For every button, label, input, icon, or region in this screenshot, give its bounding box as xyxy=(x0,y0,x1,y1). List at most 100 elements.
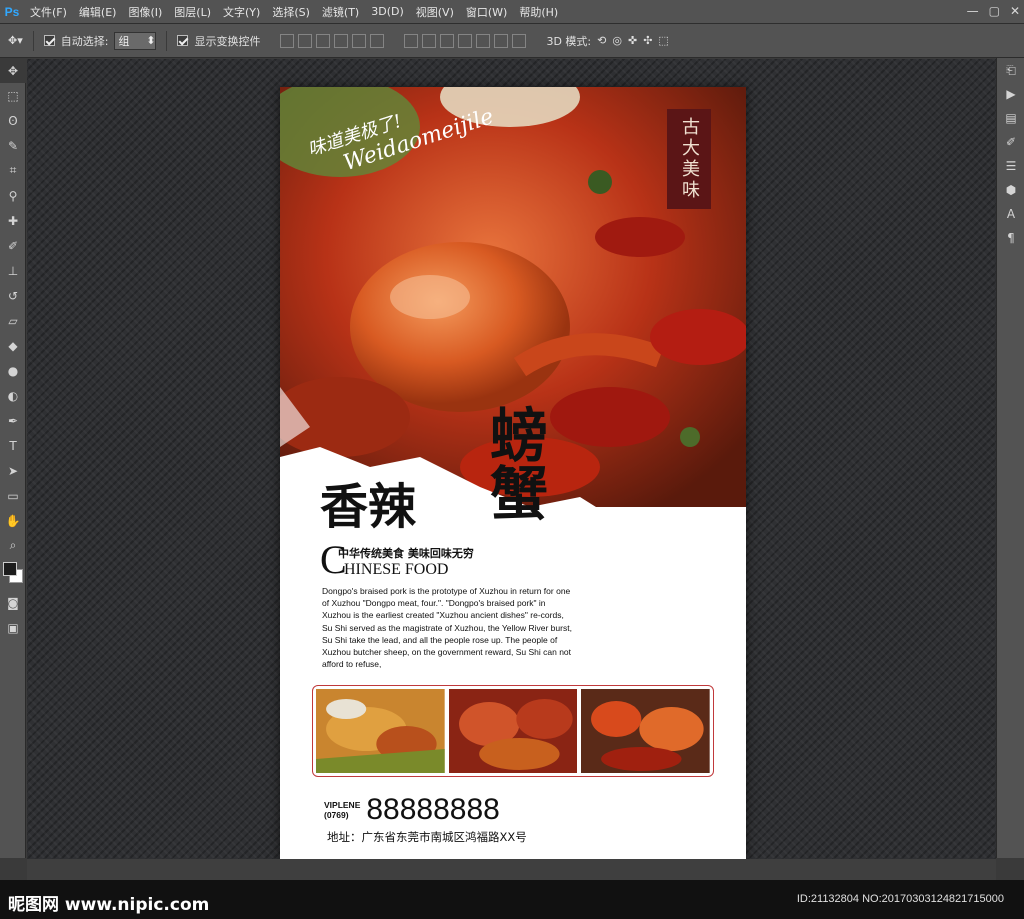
poster-document[interactable]: 味道美极了! Weidaomeijile 古大美味 香辣 螃蟹 C 中华传统美食… xyxy=(280,87,746,864)
chevron-down-icon: ⬍ xyxy=(146,34,156,47)
maximize-icon[interactable]: ▢ xyxy=(989,4,1000,18)
distribute-vcenter-icon[interactable] xyxy=(422,33,437,48)
info-panel-icon[interactable]: ▤ xyxy=(997,106,1024,130)
eyedropper-tool-icon[interactable]: ⚲ xyxy=(0,183,26,208)
app-logo: Ps xyxy=(4,4,20,19)
menu-file[interactable]: 文件(F) xyxy=(24,4,73,20)
distribute-top-icon[interactable] xyxy=(404,33,419,48)
actions-panel-icon[interactable]: ▶ xyxy=(997,82,1024,106)
lasso-tool-icon[interactable]: ʘ xyxy=(0,108,26,133)
distribute-right-icon[interactable] xyxy=(494,33,509,48)
quick-select-tool-icon[interactable]: ✎ xyxy=(0,133,26,158)
phone-block: VIPLENE (0769) 88888888 xyxy=(324,793,500,827)
dish-thumbnail xyxy=(581,689,711,773)
dodge-tool-icon[interactable]: ◐ xyxy=(0,383,26,408)
canvas-workspace[interactable]: 味道美极了! Weidaomeijile 古大美味 香辣 螃蟹 C 中华传统美食… xyxy=(27,59,996,864)
brush-panel-icon[interactable]: ✐ xyxy=(997,130,1024,154)
align-buttons xyxy=(280,33,385,48)
align-vcenter-icon[interactable] xyxy=(298,33,313,48)
collapsed-panels: ⎗ ▶ ▤ ✐ ☰ ⬢ A ¶ xyxy=(996,58,1024,858)
menu-filter[interactable]: 滤镜(T) xyxy=(316,4,365,20)
title-xiangla: 香辣 xyxy=(320,479,417,535)
phone-label-brand: VIPLENE xyxy=(324,800,361,810)
align-left-icon[interactable] xyxy=(334,33,349,48)
distribute-hcenter-icon[interactable] xyxy=(476,33,491,48)
tools-panel: ✥ ⬚ ʘ ✎ ⌗ ⚲ ✚ ✐ ⊥ ↺ ▱ ◆ ● ◐ ✒ T ➤ ▭ ✋ ⌕ … xyxy=(0,58,26,858)
3d-slide-icon[interactable]: ✣ xyxy=(643,34,652,47)
move-tool-icon[interactable]: ✥ xyxy=(0,58,26,83)
move-tool-preset-icon[interactable]: ✥▾ xyxy=(8,34,23,47)
menu-window[interactable]: 窗口(W) xyxy=(460,4,513,20)
path-select-tool-icon[interactable]: ➤ xyxy=(0,458,26,483)
align-right-icon[interactable] xyxy=(370,33,385,48)
healing-tool-icon[interactable]: ✚ xyxy=(0,208,26,233)
menu-3d[interactable]: 3D(D) xyxy=(365,5,410,18)
foreground-color-swatch[interactable] xyxy=(3,562,17,576)
paragraph-panel-icon[interactable]: ¶ xyxy=(997,226,1024,250)
quick-mask-icon[interactable]: ◙ xyxy=(0,590,26,615)
blur-tool-icon[interactable]: ● xyxy=(0,358,26,383)
3d-rotate-icon[interactable]: ⟲ xyxy=(597,34,606,47)
align-bottom-icon[interactable] xyxy=(316,33,331,48)
phone-label-area-code: (0769) xyxy=(324,810,349,820)
phone-number: 88888888 xyxy=(366,793,500,826)
watermark-id: ID:21132804 NO:20170303124821715000 xyxy=(796,893,1004,905)
shape-tool-icon[interactable]: ▭ xyxy=(0,483,26,508)
address-line: 地址：广东省东莞市南城区鸿福路XX号 xyxy=(327,830,527,844)
divider xyxy=(32,30,34,51)
stamp-tool-icon[interactable]: ⊥ xyxy=(0,258,26,283)
menu-help[interactable]: 帮助(H) xyxy=(513,4,564,20)
seal-stamp: 古大美味 xyxy=(667,109,711,209)
3d-mode-label: 3D 模式: xyxy=(546,34,592,48)
en-tagline: HINESE FOOD xyxy=(344,561,449,578)
type-tool-icon[interactable]: T xyxy=(0,433,26,458)
cn-tagline: 中华传统美食 美味回味无穷 xyxy=(338,547,474,560)
brush-tool-icon[interactable]: ✐ xyxy=(0,233,26,258)
auto-select-checkbox[interactable] xyxy=(43,35,55,46)
menu-image[interactable]: 图像(I) xyxy=(122,4,168,20)
menu-bar: Ps 文件(F) 编辑(E) 图像(I) 图层(L) 文字(Y) 选择(S) 滤… xyxy=(0,0,1024,24)
distribute-left-icon[interactable] xyxy=(458,33,473,48)
eraser-tool-icon[interactable]: ▱ xyxy=(0,308,26,333)
options-bar: ✥▾ 自动选择: 组 ⬍ 显示变换控件 3D 模式: ⟲ ◎ ✜ ✣ ⬚ xyxy=(0,24,1024,58)
3d-pan-icon[interactable]: ✜ xyxy=(628,34,637,47)
menu-layer[interactable]: 图层(L) xyxy=(168,4,217,20)
3d-scale-icon[interactable]: ⬚ xyxy=(658,34,668,47)
dish-thumbnail xyxy=(316,689,445,773)
3d-roll-icon[interactable]: ◎ xyxy=(612,34,622,47)
watermark-logo: 昵图网 www.nipic.com xyxy=(8,895,210,915)
auto-align-icon[interactable] xyxy=(512,33,527,48)
auto-select-dropdown[interactable]: 组 ⬍ xyxy=(114,31,157,50)
zoom-tool-icon[interactable]: ⌕ xyxy=(0,533,26,558)
minimize-icon[interactable]: — xyxy=(967,4,979,18)
screen-mode-icon[interactable]: ▣ xyxy=(0,615,26,640)
align-top-icon[interactable] xyxy=(280,33,295,48)
menu-edit[interactable]: 编辑(E) xyxy=(73,4,123,20)
show-transform-checkbox[interactable] xyxy=(177,35,189,46)
hand-tool-icon[interactable]: ✋ xyxy=(0,508,26,533)
adjustments-panel-icon[interactable]: ☰ xyxy=(997,154,1024,178)
dish-thumbnail-image xyxy=(316,689,445,773)
history-panel-icon[interactable]: ⎗ xyxy=(997,58,1024,82)
menu-select[interactable]: 选择(S) xyxy=(266,4,316,20)
marquee-tool-icon[interactable]: ⬚ xyxy=(0,83,26,108)
title-pangxie: 螃蟹 xyxy=(490,402,549,528)
menu-type[interactable]: 文字(Y) xyxy=(217,4,266,20)
history-brush-tool-icon[interactable]: ↺ xyxy=(0,283,26,308)
distribute-bottom-icon[interactable] xyxy=(440,33,455,48)
crop-tool-icon[interactable]: ⌗ xyxy=(0,158,26,183)
align-hcenter-icon[interactable] xyxy=(352,33,367,48)
auto-select-label: 自动选择: xyxy=(60,34,109,48)
dish-thumbnail-image xyxy=(448,689,578,773)
menu-view[interactable]: 视图(V) xyxy=(410,4,460,20)
horizontal-scroll-area[interactable] xyxy=(27,859,996,880)
3d-panel-icon[interactable]: ⬢ xyxy=(997,178,1024,202)
color-swatches[interactable] xyxy=(0,558,25,590)
pen-tool-icon[interactable]: ✒ xyxy=(0,408,26,433)
character-panel-icon[interactable]: A xyxy=(997,202,1024,226)
bucket-tool-icon[interactable]: ◆ xyxy=(0,333,26,358)
phone-labels: VIPLENE (0769) xyxy=(324,800,360,820)
close-icon[interactable]: ✕ xyxy=(1010,4,1020,18)
description-paragraph: Dongpo's braised pork is the prototype o… xyxy=(322,586,572,670)
dish-thumbnail-image xyxy=(581,689,711,773)
